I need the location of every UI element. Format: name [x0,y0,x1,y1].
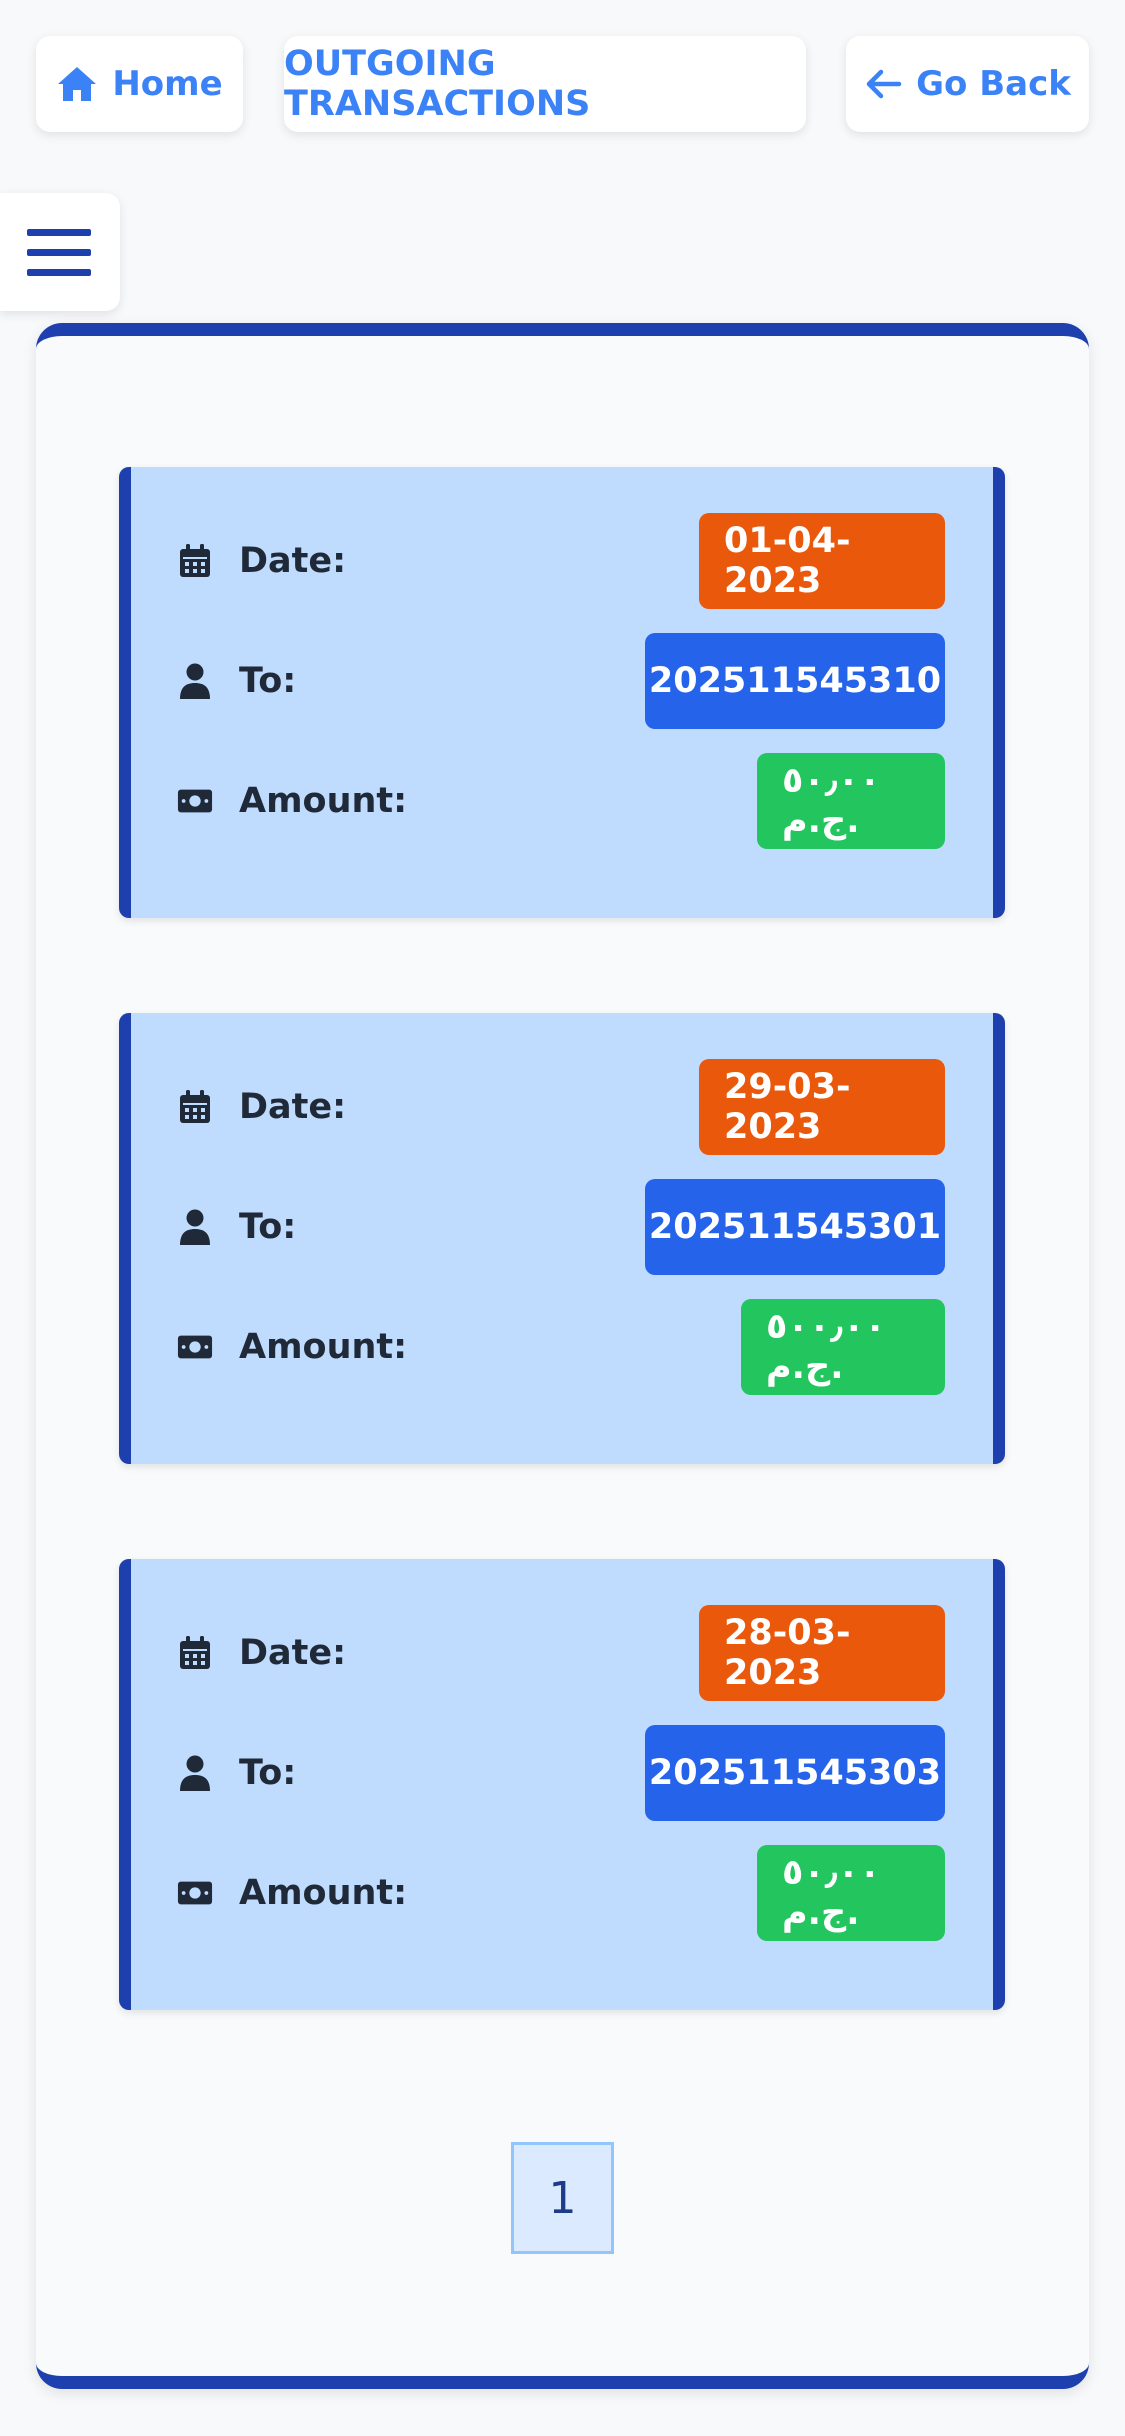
pagination-page-button[interactable]: 1 [511,2142,614,2254]
date-badge: 01-04-2023 [699,513,945,609]
calendar-icon [177,1635,213,1671]
recipient-row: To: 202511545301 [131,1179,993,1275]
transaction-card: Date: 28-03-2023 To: 202511545303 Amount… [119,1559,1005,2010]
recipient-row: To: 202511545310 [131,633,993,729]
outgoing-transactions-button[interactable]: OUTGOING TRANSACTIONS [284,36,806,132]
date-row: Date: 01-04-2023 [131,513,993,609]
transaction-card: Date: 01-04-2023 To: 202511545310 Amount… [119,467,1005,918]
date-label: Date: [239,1633,347,1673]
recipient-badge: 202511545310 [645,633,945,729]
home-label: Home [112,64,223,104]
money-bill-icon [177,1875,213,1911]
page-title: OUTGOING TRANSACTIONS [284,44,591,124]
date-row: Date: 29-03-2023 [131,1059,993,1155]
to-label: To: [239,661,297,701]
date-row: Date: 28-03-2023 [131,1605,993,1701]
to-label: To: [239,1207,297,1247]
date-label: Date: [239,1087,347,1127]
amount-row: Amount: ٥٠٫٠٠ ج.م. [131,1845,993,1941]
amount-badge: ٥٠٫٠٠ ج.م. [757,753,945,849]
go-back-button[interactable]: Go Back [846,36,1089,132]
amount-badge: ٥٠٠٫٠٠ ج.م. [741,1299,945,1395]
amount-label: Amount: [239,781,408,821]
home-icon [58,67,97,101]
money-bill-icon [177,783,213,819]
calendar-icon [177,543,213,579]
hamburger-menu-icon [27,228,91,276]
user-icon [177,1755,213,1791]
to-label: To: [239,1753,297,1793]
amount-label: Amount: [239,1327,408,1367]
calendar-icon [177,1089,213,1125]
recipient-badge: 202511545303 [645,1725,945,1821]
home-button[interactable]: Home [36,36,243,132]
go-back-label: Go Back [916,64,1071,104]
amount-badge: ٥٠٫٠٠ ج.م. [757,1845,945,1941]
user-icon [177,663,213,699]
amount-row: Amount: ٥٠٠٫٠٠ ج.م. [131,1299,993,1395]
amount-row: Amount: ٥٠٫٠٠ ج.م. [131,753,993,849]
user-icon [177,1209,213,1245]
recipient-row: To: 202511545303 [131,1725,993,1821]
transactions-panel: Date: 01-04-2023 To: 202511545310 Amount… [36,323,1089,2389]
date-label: Date: [239,541,347,581]
money-bill-icon [177,1329,213,1365]
recipient-badge: 202511545301 [645,1179,945,1275]
amount-label: Amount: [239,1873,408,1913]
date-badge: 28-03-2023 [699,1605,945,1701]
menu-button[interactable] [0,193,120,311]
arrow-left-icon [866,69,902,99]
transaction-card: Date: 29-03-2023 To: 202511545301 Amount… [119,1013,1005,1464]
date-badge: 29-03-2023 [699,1059,945,1155]
